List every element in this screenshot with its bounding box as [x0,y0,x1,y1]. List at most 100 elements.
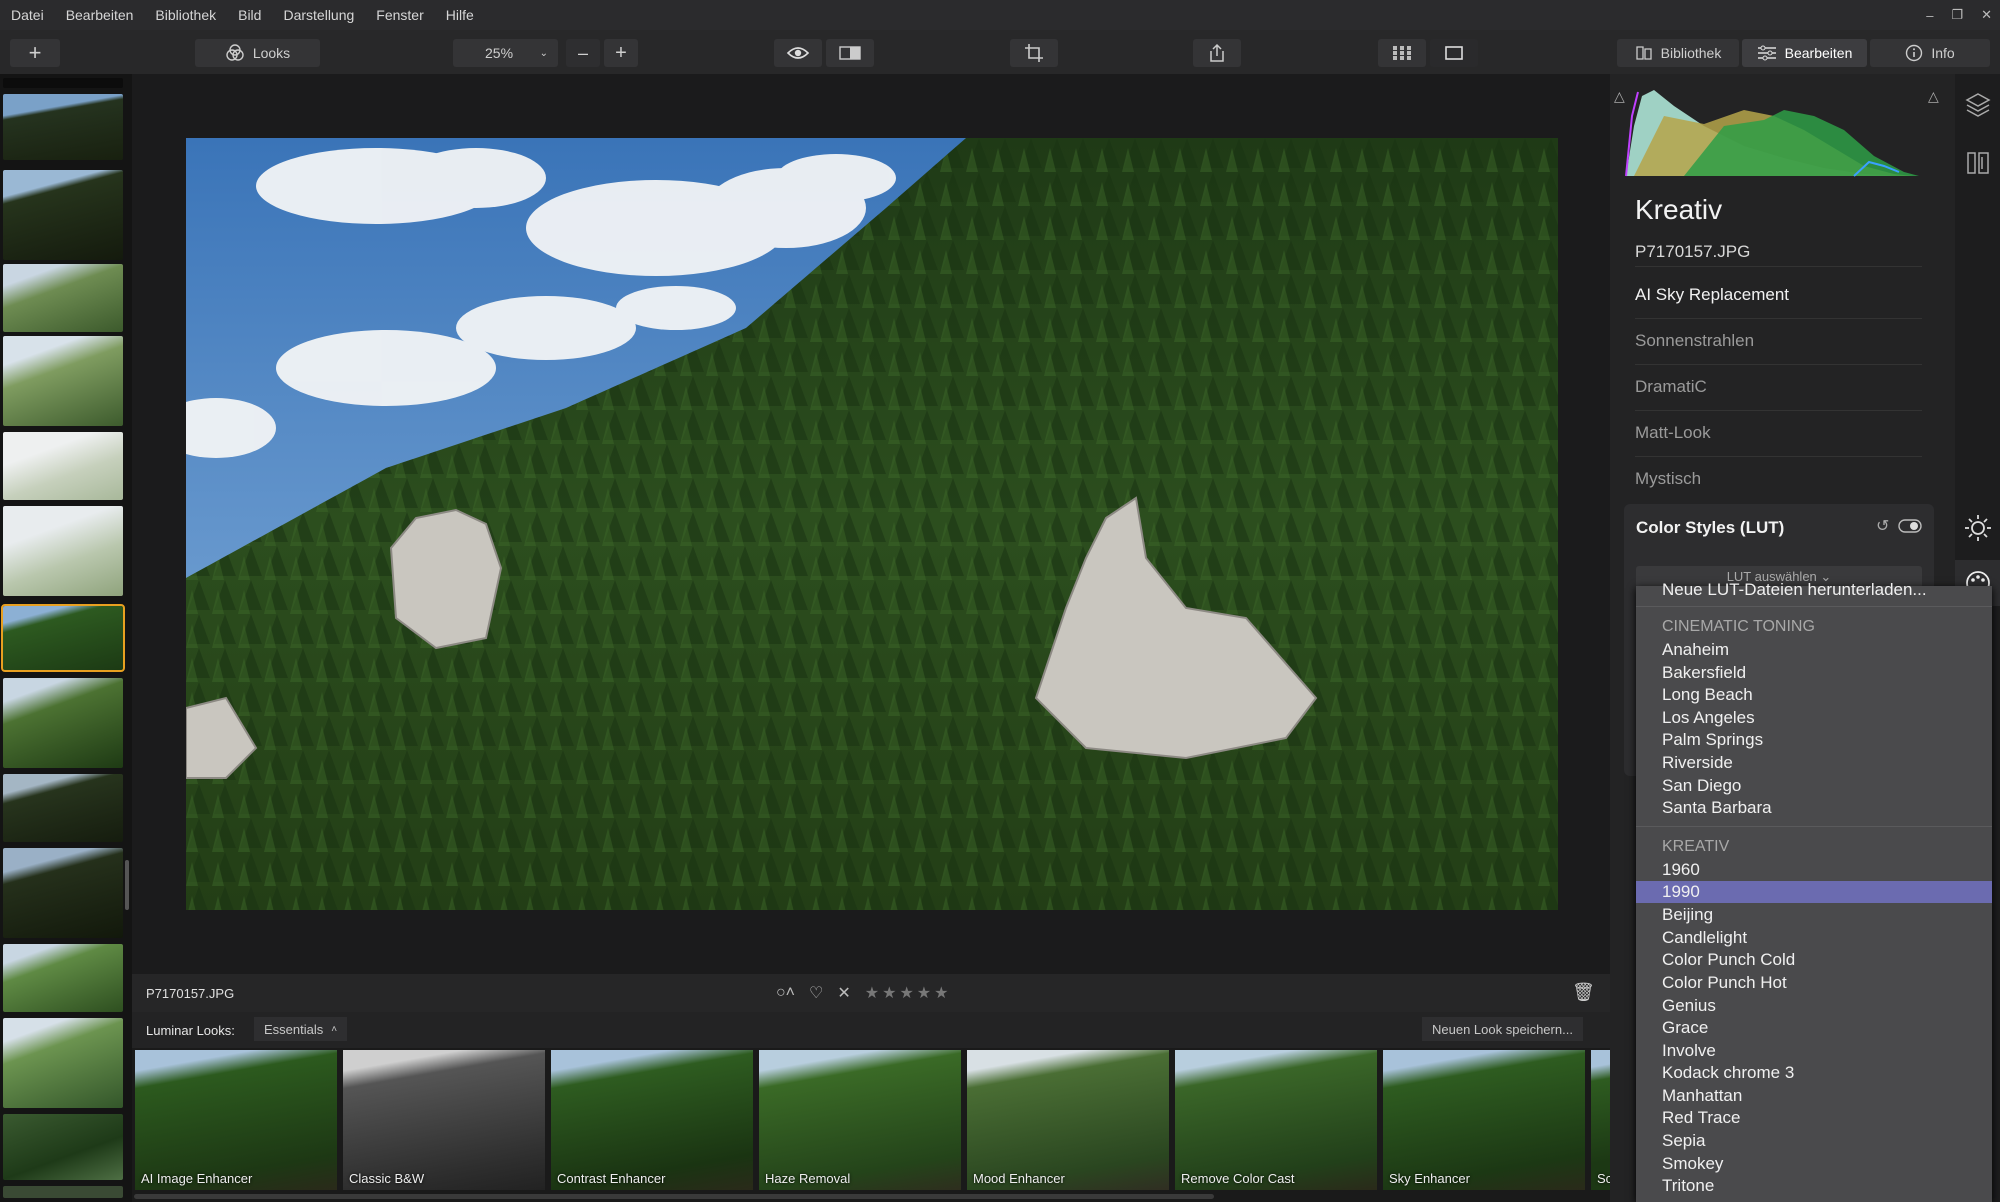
menu-bild[interactable]: Bild [227,7,272,23]
trash-icon[interactable]: 🗑 [1572,982,1595,1003]
toolbar: + Looks 25% ⌄ – + Bibliothek Bearbeiten … [0,30,2000,75]
menu-fenster[interactable]: Fenster [365,7,434,23]
filmstrip-thumb[interactable] [3,264,123,332]
filmstrip-thumb[interactable] [3,1114,123,1180]
look-thumb[interactable]: Contrast Enhancer [551,1050,753,1190]
filmstrip-thumb[interactable] [3,1018,123,1108]
lut-item[interactable]: Involve [1662,1041,1716,1061]
lut-item[interactable]: Sepia [1662,1131,1705,1151]
heart-icon[interactable]: ♡ [809,983,823,1003]
lut-item[interactable]: Anaheim [1662,640,1729,660]
looks-category-select[interactable]: Essentials ˄ [254,1017,348,1041]
menu-hilfe[interactable]: Hilfe [435,7,485,23]
panel-filename: P7170157.JPG [1635,242,1751,261]
library-icon [1635,46,1652,60]
look-thumb[interactable]: AI Image Enhancer [135,1050,337,1190]
menu-datei[interactable]: Datei [0,7,55,23]
lut-item[interactable]: Beijing [1662,905,1713,925]
lut-item[interactable]: Los Angeles [1662,708,1755,728]
filmstrip-thumb[interactable] [3,94,123,160]
look-thumb[interactable]: Classic B&W [343,1050,545,1190]
lut-item[interactable]: Long Beach [1662,685,1753,705]
grid-view-button[interactable] [1378,39,1426,67]
lut-item[interactable]: San Diego [1662,776,1741,796]
compare-button[interactable] [826,39,874,67]
add-button[interactable]: + [10,39,60,67]
look-thumb[interactable]: Sc [1591,1050,1610,1190]
filmstrip-thumb-selected[interactable] [1,604,125,672]
histogram [1625,90,1919,177]
main-photo[interactable] [186,138,1558,910]
filmstrip-thumb[interactable] [3,506,123,596]
looks-button[interactable]: Looks [195,39,320,67]
lut-item[interactable]: Tritone [1662,1176,1714,1196]
look-thumb[interactable]: Sky Enhancer [1383,1050,1585,1190]
tool-matt-look[interactable]: Matt-Look [1635,410,1922,457]
lut-item[interactable]: Color Punch Hot [1662,973,1787,993]
preview-button[interactable] [774,39,822,67]
lut-item[interactable]: Red Trace [1662,1108,1740,1128]
maximize-button[interactable]: ❐ [1951,7,1963,23]
lut-item-selected[interactable]: 1990 [1636,881,1992,903]
download-luts-item[interactable]: Neue LUT-Dateien herunterladen... [1662,580,1927,600]
tab-bearbeiten[interactable]: Bearbeiten [1742,39,1867,67]
lut-item[interactable]: Bakersfield [1662,663,1746,683]
highlight-clipping-icon[interactable]: △ [1928,88,1939,105]
minimize-button[interactable]: – [1926,8,1933,23]
lut-item[interactable]: Candlelight [1662,928,1747,948]
tab-bibliothek[interactable]: Bibliothek [1617,39,1739,67]
filmstrip-thumb[interactable] [3,944,123,1012]
share-button[interactable] [1193,39,1241,67]
zoom-out-button[interactable]: – [566,39,600,67]
zoom-select[interactable]: 25% ⌄ [453,39,558,67]
layers-icon[interactable] [1965,92,1991,118]
tool-sonnenstrahlen[interactable]: Sonnenstrahlen [1635,318,1922,365]
look-thumb[interactable]: Haze Removal [759,1050,961,1190]
lut-item[interactable]: 1960 [1662,860,1700,880]
menu-darstellung[interactable]: Darstellung [272,7,365,23]
sun-icon[interactable] [1964,514,1992,542]
tool-dramatic[interactable]: DramatiC [1635,364,1922,411]
menu-bibliothek[interactable]: Bibliothek [144,7,227,23]
single-view-button[interactable] [1430,39,1478,67]
look-thumb[interactable]: Remove Color Cast [1175,1050,1377,1190]
filmstrip-thumb[interactable] [3,336,123,426]
crop-button[interactable] [1010,39,1058,67]
lut-item[interactable]: Smokey [1662,1154,1723,1174]
reject-icon[interactable]: ✕ [837,983,850,1003]
lut-item[interactable]: Santa Barbara [1662,798,1772,818]
filmstrip-thumb[interactable] [3,774,123,842]
looks-bar: Luminar Looks: Essentials ˄ Neuen Look s… [132,1012,1610,1048]
lut-item[interactable]: Kodack chrome 3 [1662,1063,1794,1083]
lut-item[interactable]: Riverside [1662,753,1733,773]
filmstrip-thumb[interactable] [3,432,123,500]
close-button[interactable]: ✕ [1981,7,1992,23]
look-label: Mood Enhancer [973,1171,1065,1186]
lut-item[interactable]: Grace [1662,1018,1708,1038]
tool-mystisch[interactable]: Mystisch [1635,456,1922,502]
canvas-icon[interactable] [1965,150,1991,176]
reset-icon[interactable]: ↺ [1876,516,1889,536]
star-rating[interactable]: ★★★★★ [865,983,952,1003]
filmstrip-thumb[interactable] [3,170,123,260]
filmstrip-thumb[interactable] [3,78,123,88]
look-label: Sky Enhancer [1389,1171,1470,1186]
filmstrip-thumb[interactable] [3,678,123,768]
lut-item[interactable]: Color Punch Cold [1662,950,1795,970]
zoom-in-button[interactable]: + [604,39,638,67]
tool-label: DramatiC [1635,377,1707,396]
save-look-button[interactable]: Neuen Look speichern... [1422,1017,1583,1041]
menu-bearbeiten[interactable]: Bearbeiten [55,7,145,23]
filmstrip-thumb[interactable] [3,1186,123,1198]
looks-scrollbar[interactable] [134,1194,1214,1199]
filmstrip-scrollbar[interactable] [125,860,129,910]
visibility-toggle-icon[interactable] [1898,519,1922,533]
lut-item[interactable]: Genius [1662,996,1716,1016]
filmstrip-thumb[interactable] [3,848,123,938]
color-label-icon[interactable]: ○˄ [776,984,795,1002]
lut-item[interactable]: Manhattan [1662,1086,1742,1106]
tab-info[interactable]: Info [1870,39,1990,67]
look-thumb[interactable]: Mood Enhancer [967,1050,1169,1190]
lut-item[interactable]: Palm Springs [1662,730,1763,750]
tool-ai-sky-replacement[interactable]: AI Sky Replacement [1635,272,1922,319]
